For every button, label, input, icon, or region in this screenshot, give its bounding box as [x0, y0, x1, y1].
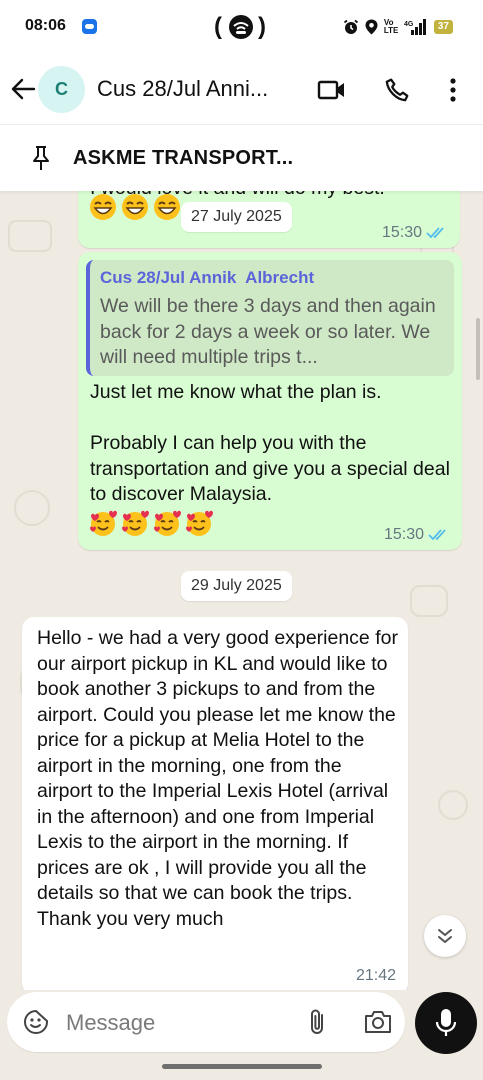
status-bar: 08:06 ( ) Vo LTE 4G 37	[0, 0, 483, 54]
incoming-message[interactable]: Hello - we had a very good experience fo…	[22, 617, 408, 990]
signal-icon: 4G	[404, 19, 426, 35]
message-meta: 15:30	[382, 224, 448, 242]
mic-icon	[435, 1009, 457, 1036]
message-input-container[interactable]	[7, 992, 405, 1052]
message-input[interactable]	[64, 1007, 278, 1039]
home-indicator[interactable]	[162, 1064, 322, 1069]
wallpaper-doodle	[410, 585, 448, 617]
arrow-left-icon	[11, 78, 36, 100]
battery-indicator: 37	[433, 20, 453, 34]
message-meta: 15:30	[384, 526, 450, 544]
message-time: 21:42	[355, 967, 396, 984]
quoted-author: Cus 28/Jul Annik Albrecht	[100, 268, 315, 287]
grinning-face-icon	[90, 194, 116, 220]
notification-app-icon	[82, 19, 97, 34]
menu-button[interactable]	[437, 74, 469, 106]
avatar-letter: C	[55, 79, 68, 99]
chat-title[interactable]: Cus 28/Jul Anni...	[97, 76, 307, 102]
volte-label: Vo LTE	[383, 18, 399, 35]
video-call-icon	[317, 80, 344, 100]
double-chevron-down-icon	[438, 929, 452, 943]
floating-date-badge: 27 July 2025	[181, 202, 292, 232]
read-receipt-icon	[426, 227, 444, 239]
hotspot-icon: ( )	[214, 13, 266, 40]
camera-icon	[365, 1011, 391, 1033]
emoji-row	[88, 192, 182, 222]
message-meta: 21:42	[356, 967, 396, 985]
pinned-message-bar[interactable]: ASKME TRANSPORT...	[0, 124, 483, 191]
grinning-face-icon	[122, 194, 148, 220]
system-nav-bar	[0, 1056, 483, 1080]
more-vert-icon	[450, 78, 456, 102]
smiling-face-with-hearts-icon	[122, 510, 149, 536]
back-button[interactable]	[10, 76, 36, 102]
smiling-face-with-hearts-icon	[154, 510, 181, 536]
chat-area[interactable]: I would love it and will do my best. 15:…	[0, 190, 483, 990]
pinned-message-text: ASKME TRANSPORT...	[73, 147, 294, 169]
message-time: 15:30	[381, 224, 422, 241]
wallpaper-doodle	[14, 490, 50, 526]
quoted-text: We will be there 3 days and then again b…	[100, 295, 436, 368]
attach-button[interactable]	[302, 1007, 332, 1037]
chat-header: C Cus 28/Jul Anni...	[0, 54, 483, 124]
status-indicators: Vo LTE 4G 37	[343, 18, 453, 36]
message-input-bar	[0, 990, 483, 1056]
voice-message-button[interactable]	[415, 992, 477, 1054]
video-call-button[interactable]	[316, 74, 348, 106]
contact-avatar[interactable]: C	[38, 66, 85, 113]
alarm-icon	[343, 19, 358, 34]
date-separator: 29 July 2025	[181, 571, 292, 601]
smiling-face-with-hearts-icon	[186, 510, 213, 536]
emoji-sticker-icon	[24, 1010, 48, 1034]
wallpaper-doodle	[438, 790, 468, 820]
voice-call-button[interactable]	[381, 74, 413, 106]
paperclip-icon	[311, 1009, 323, 1034]
camera-button[interactable]	[363, 1007, 393, 1037]
wallpaper-doodle	[8, 220, 52, 252]
emoji-button[interactable]	[21, 1007, 51, 1037]
read-receipt-icon	[428, 529, 446, 541]
smiling-face-with-hearts-icon	[90, 510, 117, 536]
scrollbar-thumb[interactable]	[476, 318, 480, 380]
pin-icon	[33, 146, 49, 170]
outgoing-message[interactable]: Cus 28/Jul Annik Albrecht We will be the…	[78, 252, 462, 550]
emoji-row	[88, 508, 214, 538]
message-time: 15:30	[383, 526, 424, 543]
scroll-to-bottom-button[interactable]	[424, 915, 466, 957]
phone-icon	[385, 78, 409, 102]
message-text: Hello - we had a very good experience fo…	[37, 627, 404, 930]
quoted-message[interactable]: Cus 28/Jul Annik Albrecht We will be the…	[86, 260, 454, 376]
svg-text:4G: 4G	[404, 21, 414, 28]
status-time: 08:06	[25, 17, 66, 34]
message-text: Just let me know what the plan is. Proba…	[90, 381, 450, 505]
location-icon	[365, 19, 378, 35]
grinning-face-icon	[154, 194, 180, 220]
